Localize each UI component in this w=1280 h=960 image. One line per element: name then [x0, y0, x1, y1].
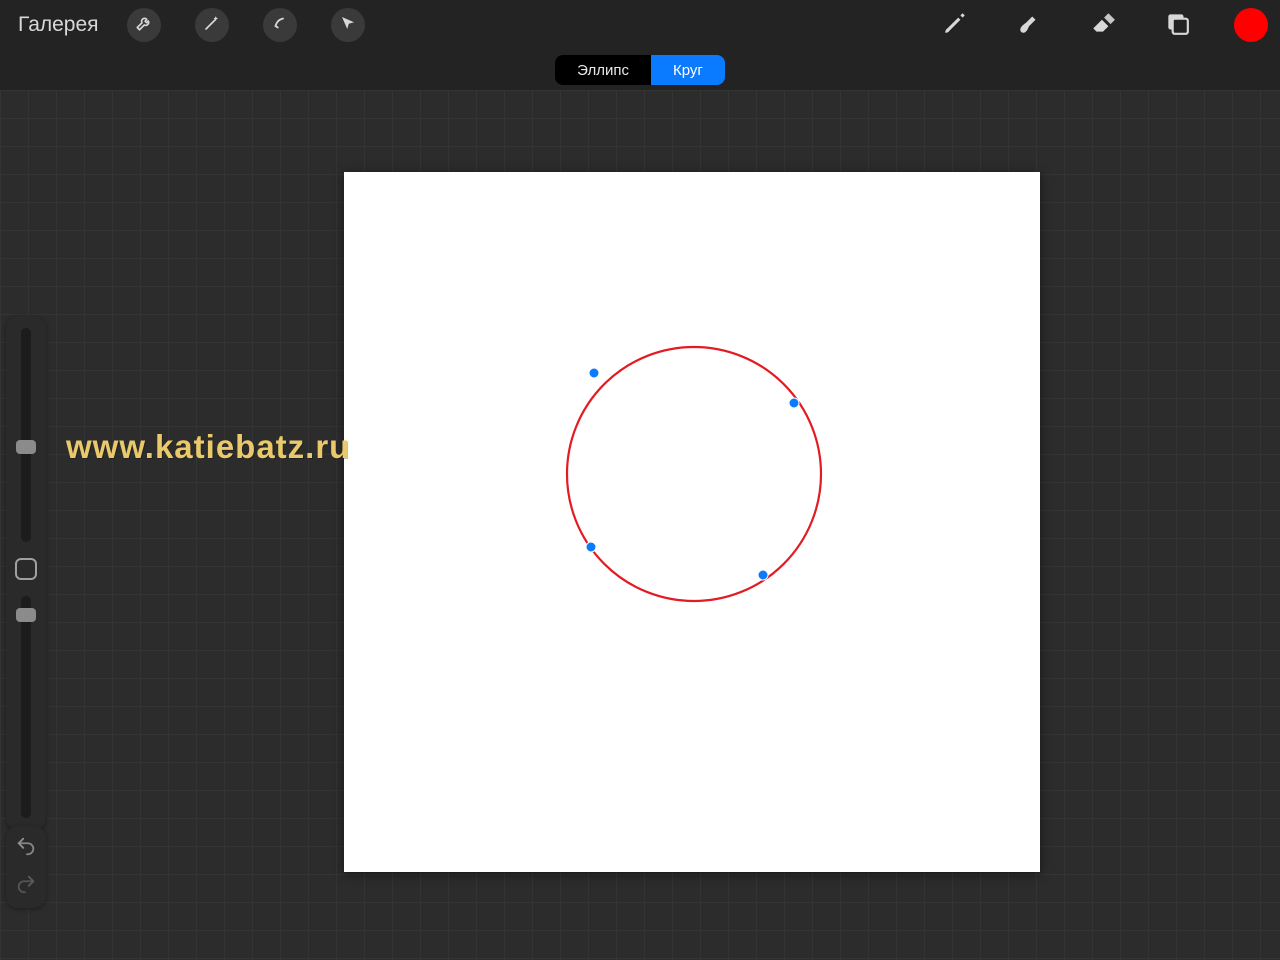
slider-thumb-opacity[interactable]: [16, 608, 36, 622]
modifier-button[interactable]: [15, 558, 37, 580]
undo-redo-panel: [6, 826, 46, 908]
shape-handle[interactable]: [758, 570, 768, 580]
canvas-stage[interactable]: [0, 90, 1280, 960]
brush-sidebar: [6, 316, 46, 830]
brush-size-slider[interactable]: [21, 328, 31, 542]
topbar: Галерея: [0, 0, 1280, 50]
shape-handle[interactable]: [586, 542, 596, 552]
transform-button[interactable]: [331, 8, 365, 42]
color-button[interactable]: [1234, 8, 1268, 42]
shape-mode-bar: Эллипс Круг: [0, 50, 1280, 90]
adjustments-button[interactable]: [195, 8, 229, 42]
gallery-button[interactable]: Галерея: [12, 9, 105, 41]
document-canvas[interactable]: [344, 172, 1040, 872]
segment-ellipse[interactable]: Эллипс: [555, 55, 651, 85]
shape-handle[interactable]: [789, 398, 799, 408]
selection-button[interactable]: [263, 8, 297, 42]
brush-button[interactable]: [938, 8, 972, 42]
wrench-icon: [135, 14, 153, 37]
smudge-button[interactable]: [1012, 8, 1046, 42]
layers-icon: [1164, 10, 1190, 41]
brush-icon: [942, 10, 968, 41]
shape-mode-segment: Эллипс Круг: [555, 55, 725, 85]
slider-thumb-size[interactable]: [16, 440, 36, 454]
toolbar-left: [127, 8, 365, 42]
toolbar-right: [938, 8, 1268, 42]
watermark-text: www.katiebatz.ru: [66, 428, 350, 466]
redo-icon: [15, 873, 37, 900]
shape-handle[interactable]: [589, 368, 599, 378]
cursor-icon: [339, 14, 357, 37]
brush-opacity-slider[interactable]: [21, 596, 31, 818]
redo-button[interactable]: [14, 874, 38, 898]
eraser-button[interactable]: [1086, 8, 1120, 42]
artwork: [344, 172, 1040, 872]
smudge-icon: [1016, 10, 1042, 41]
wand-icon: [203, 14, 221, 37]
selection-icon: [271, 14, 289, 37]
layers-button[interactable]: [1160, 8, 1194, 42]
undo-button[interactable]: [14, 836, 38, 860]
actions-button[interactable]: [127, 8, 161, 42]
eraser-icon: [1090, 10, 1116, 41]
undo-icon: [15, 835, 37, 862]
segment-circle[interactable]: Круг: [651, 55, 725, 85]
